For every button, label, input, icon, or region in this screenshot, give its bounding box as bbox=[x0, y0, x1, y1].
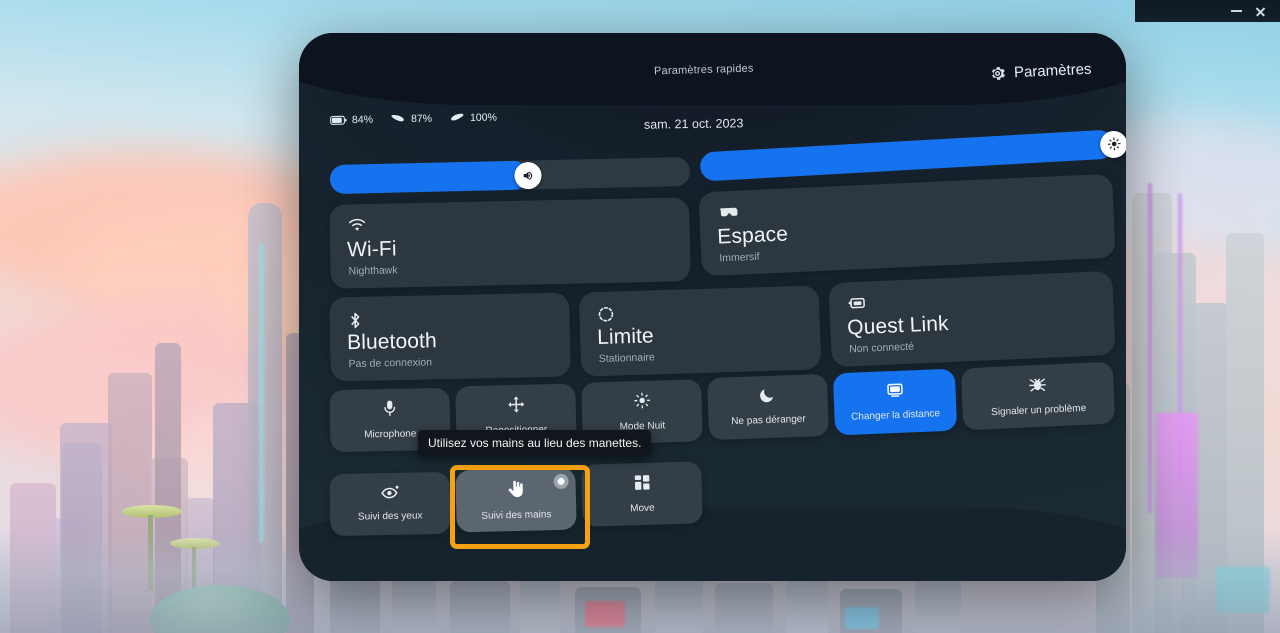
building bbox=[715, 583, 773, 633]
hand-icon bbox=[506, 479, 525, 503]
settings-button-label: Paramètres bbox=[1014, 60, 1093, 82]
minimize-icon[interactable] bbox=[1231, 10, 1242, 12]
action-microphone-label: Microphone bbox=[364, 428, 417, 441]
gear-icon bbox=[992, 66, 1006, 80]
building-neon-stripe bbox=[259, 243, 264, 543]
close-icon[interactable] bbox=[1255, 6, 1266, 17]
action-report-problem-label: Signaler un problème bbox=[990, 403, 1087, 419]
brightness-slider-fill bbox=[699, 129, 1115, 182]
status-right-controller-value: 100% bbox=[469, 111, 497, 125]
action-move-label: Move bbox=[630, 502, 655, 515]
grid-icon bbox=[633, 474, 651, 496]
brightness-slider[interactable] bbox=[699, 129, 1126, 182]
moon-icon bbox=[759, 387, 776, 409]
brightness-icon bbox=[1107, 137, 1121, 151]
controller-right-icon bbox=[451, 113, 464, 121]
move-arrows-icon bbox=[507, 396, 525, 418]
action-change-distance-label: Changer la distance bbox=[850, 407, 941, 423]
status-left-controller-value: 87% bbox=[410, 112, 433, 126]
status-bar: 84% 87% 100% bbox=[330, 112, 497, 127]
bug-icon bbox=[1028, 375, 1047, 399]
tile-quest-link-subtitle: Non connecté bbox=[848, 340, 915, 356]
tile-bluetooth-subtitle: Pas de connexion bbox=[348, 356, 433, 371]
status-headset-battery-value: 84% bbox=[351, 113, 374, 127]
window-controls bbox=[1135, 0, 1280, 22]
action-eye-tracking[interactable]: Suivi des yeux bbox=[329, 471, 451, 537]
date-label: sam. 21 oct. 2023 bbox=[643, 116, 744, 132]
screen-icon bbox=[885, 382, 905, 403]
action-change-distance[interactable]: Changer la distance bbox=[832, 368, 958, 436]
action-do-not-disturb-label: Ne pas déranger bbox=[731, 413, 806, 428]
action-report-problem[interactable]: Signaler un problème bbox=[960, 361, 1116, 431]
tile-bluetooth-title: Bluetooth bbox=[346, 329, 437, 355]
tile-quest-link-title: Quest Link bbox=[846, 312, 950, 340]
wifi-icon bbox=[347, 218, 366, 238]
tile-quest-link[interactable]: Quest Link Non connecté bbox=[828, 270, 1116, 368]
tile-limite-subtitle: Stationnaire bbox=[598, 351, 655, 366]
tooltip: Utilisez vos mains au lieu des manettes. bbox=[418, 430, 652, 456]
status-headset-battery: 84% bbox=[330, 114, 373, 127]
building bbox=[450, 581, 510, 633]
status-left-controller-battery: 87% bbox=[390, 113, 432, 126]
building bbox=[330, 573, 380, 633]
link-icon bbox=[847, 296, 867, 318]
headset-icon bbox=[717, 205, 739, 225]
action-hand-tracking[interactable]: Suivi des mains bbox=[455, 467, 577, 533]
eye-icon bbox=[380, 485, 399, 504]
quick-settings-panel: Paramètres rapides Paramètres 84% 87% 10… bbox=[299, 33, 1126, 581]
tile-espace-title: Espace bbox=[716, 222, 789, 249]
tile-wifi-title: Wi-Fi bbox=[346, 237, 397, 262]
tile-espace[interactable]: Espace Immersif bbox=[698, 173, 1116, 277]
tile-espace-subtitle: Immersif bbox=[719, 250, 760, 265]
sun-icon bbox=[633, 392, 651, 414]
tile-wifi[interactable]: Wi-Fi Nighthawk bbox=[329, 197, 691, 289]
building-neon-accent bbox=[845, 607, 879, 629]
settings-button[interactable]: Paramètres bbox=[989, 61, 1092, 83]
building-neon-accent bbox=[585, 601, 625, 627]
status-right-controller-battery: 100% bbox=[449, 112, 497, 125]
page-title: Paramètres rapides bbox=[653, 62, 754, 78]
battery-icon bbox=[330, 115, 347, 125]
action-do-not-disturb[interactable]: Ne pas déranger bbox=[706, 373, 830, 441]
action-hand-tracking-label: Suivi des mains bbox=[481, 508, 552, 522]
microphone-icon bbox=[383, 399, 397, 422]
controller-left-icon bbox=[391, 114, 404, 122]
building-neon-stripe bbox=[1148, 183, 1152, 513]
tile-limite-title: Limite bbox=[596, 324, 655, 350]
volume-slider-knob[interactable] bbox=[514, 161, 542, 189]
tile-bluetooth[interactable]: Bluetooth Pas de connexion bbox=[329, 292, 571, 382]
volume-slider-fill bbox=[329, 160, 529, 195]
tile-limite[interactable]: Limite Stationnaire bbox=[578, 285, 822, 377]
volume-icon bbox=[523, 171, 533, 180]
hand-tracking-toggle-indicator[interactable] bbox=[553, 473, 569, 490]
action-eye-tracking-label: Suivi des yeux bbox=[357, 510, 423, 523]
tile-wifi-subtitle: Nighthawk bbox=[348, 264, 398, 278]
action-move[interactable]: Move bbox=[581, 461, 703, 527]
volume-slider[interactable] bbox=[329, 156, 691, 195]
